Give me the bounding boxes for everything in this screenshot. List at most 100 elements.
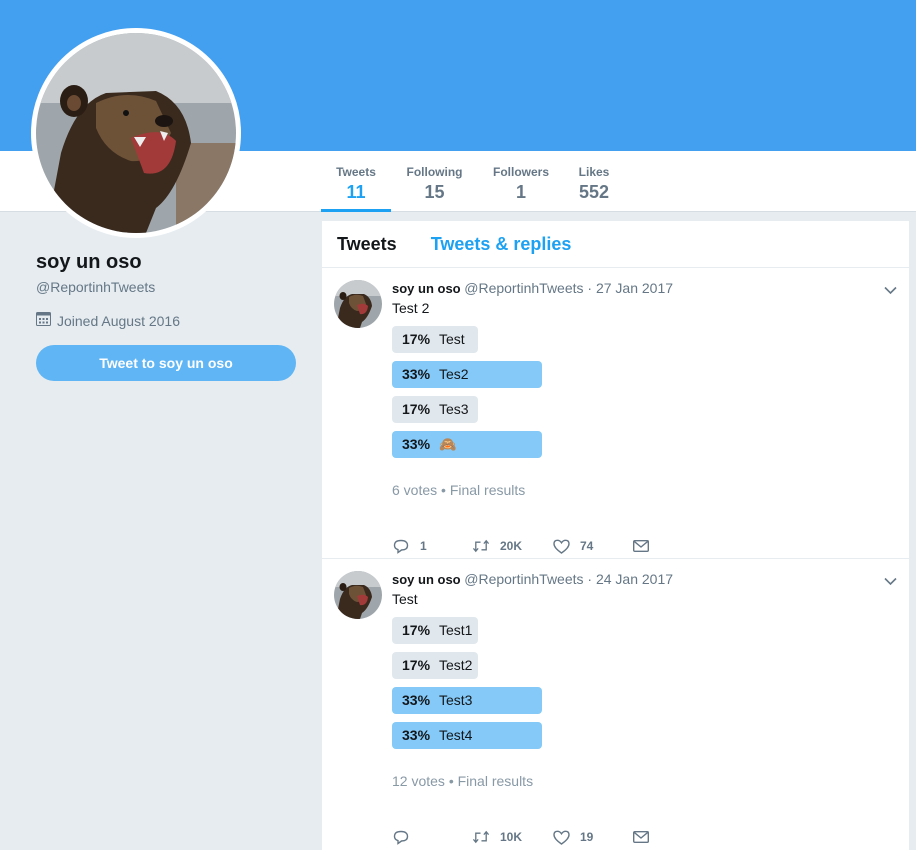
poll-choice-label: Test <box>439 331 465 347</box>
tab-tweets-replies[interactable]: Tweets & replies <box>431 233 572 255</box>
joined-date: Joined August 2016 <box>57 312 180 329</box>
tweet-meta[interactable]: @ReportinhTweets · 27 Jan 2017 <box>464 280 673 296</box>
poll-meta: 12 votes • Final results <box>392 773 534 789</box>
envelope-icon <box>632 537 650 555</box>
poll-choice-percent: 17% <box>402 657 431 673</box>
profile-card: soy un oso @ReportinhTweets Joined Augus… <box>36 250 301 381</box>
tweet-author-name[interactable]: soy un oso <box>392 572 461 587</box>
profile-name[interactable]: soy un oso <box>36 250 301 274</box>
tweet-avatar[interactable] <box>334 280 382 328</box>
retweet-button[interactable]: 20K <box>472 537 552 555</box>
poll: 17% Test 33% Tes2 17% Tes3 33% 🙈 <box>392 326 909 458</box>
heart-icon <box>552 828 570 846</box>
tweet-header: soy un oso @ReportinhTweets · 24 Jan 201… <box>392 571 909 588</box>
poll-choice-label: Test1 <box>439 622 473 638</box>
poll-choice-label: Tes3 <box>439 401 469 417</box>
poll-choice-text: 33% Tes2 <box>402 361 469 388</box>
tweet-author-name[interactable]: soy un oso <box>392 281 461 296</box>
reply-icon <box>392 828 410 846</box>
stat-label: Following <box>406 165 463 179</box>
timeline-tabs: Tweets Tweets & replies <box>322 221 909 268</box>
envelope-icon <box>632 828 650 846</box>
calendar-icon <box>36 311 51 330</box>
stat-value: 11 <box>346 182 366 202</box>
retweet-count: 10K <box>500 830 523 844</box>
poll-choice-text: 33% 🙈 <box>402 431 456 458</box>
poll-choice-label: Test3 <box>439 692 473 708</box>
tab-tweets[interactable]: Tweets <box>337 233 397 255</box>
poll-choice-label: 🙈 <box>439 436 457 452</box>
like-count: 19 <box>580 830 594 844</box>
tweet-text: Test 2 <box>392 300 430 316</box>
reply-button[interactable]: 1 <box>392 537 472 555</box>
tweet[interactable]: soy un oso @ReportinhTweets · 24 Jan 201… <box>322 559 909 850</box>
stat-followers[interactable]: Followers 1 <box>478 151 564 211</box>
chevron-down-icon[interactable] <box>884 573 897 591</box>
like-button[interactable]: 74 <box>552 537 632 555</box>
poll-choice-percent: 33% <box>402 436 431 452</box>
heart-icon <box>552 537 570 555</box>
retweet-button[interactable]: 10K <box>472 828 552 846</box>
profile-joined: Joined August 2016 <box>36 311 301 330</box>
poll-choice: 17% Test2 <box>392 652 909 679</box>
stat-label: Likes <box>578 165 610 179</box>
poll-choice-percent: 17% <box>402 622 431 638</box>
stat-value: 1 <box>515 182 526 202</box>
reply-count: 1 <box>420 539 427 553</box>
tweet-header: soy un oso @ReportinhTweets · 27 Jan 201… <box>392 280 909 297</box>
stat-value: 552 <box>578 182 610 202</box>
poll-choice: 33% Tes2 <box>392 361 909 388</box>
poll-choice: 33% Test3 <box>392 687 909 714</box>
poll-choice-text: 17% Tes3 <box>402 396 469 423</box>
tweet-actions: 1 20K 74 <box>392 537 909 555</box>
poll-choice: 33% 🙈 <box>392 431 909 458</box>
tweet-meta[interactable]: @ReportinhTweets · 24 Jan 2017 <box>464 571 673 587</box>
tweet[interactable]: soy un oso @ReportinhTweets · 27 Jan 201… <box>322 268 909 559</box>
profile-avatar[interactable] <box>31 28 241 238</box>
poll-choice-label: Test2 <box>439 657 473 673</box>
timeline: Tweets Tweets & replies soy un oso @Repo… <box>322 221 909 850</box>
poll-choice-percent: 33% <box>402 692 431 708</box>
reply-icon <box>392 537 410 555</box>
profile-handle[interactable]: @ReportinhTweets <box>36 278 301 296</box>
poll-choice: 17% Test1 <box>392 617 909 644</box>
direct-message-button[interactable] <box>632 828 712 846</box>
tweet-list: soy un oso @ReportinhTweets · 27 Jan 201… <box>322 268 909 850</box>
stat-value: 15 <box>424 182 445 202</box>
stat-label: Followers <box>492 165 549 179</box>
tweet-to-button[interactable]: Tweet to soy un oso <box>36 345 296 381</box>
retweet-icon <box>472 537 490 555</box>
retweet-icon <box>472 828 490 846</box>
tweet-actions: 10K 19 <box>392 828 909 846</box>
poll-choice: 17% Tes3 <box>392 396 909 423</box>
tweet-text: Test <box>392 591 418 607</box>
poll-choice-percent: 33% <box>402 366 431 382</box>
poll-choice-percent: 33% <box>402 727 431 743</box>
poll-choice-text: 17% Test2 <box>402 652 472 679</box>
like-button[interactable]: 19 <box>552 828 632 846</box>
stat-label: Tweets <box>336 165 376 179</box>
poll-choice-percent: 17% <box>402 331 431 347</box>
tweet-body: soy un oso @ReportinhTweets · 24 Jan 201… <box>392 559 909 846</box>
poll-choice-text: 17% Test <box>402 326 465 353</box>
poll-choice-text: 33% Test3 <box>402 687 472 714</box>
chevron-down-icon[interactable] <box>884 282 897 300</box>
tweet-body: soy un oso @ReportinhTweets · 27 Jan 201… <box>392 268 909 555</box>
like-count: 74 <box>580 539 594 553</box>
poll-choice: 17% Test <box>392 326 909 353</box>
stat-tweets[interactable]: Tweets 11 <box>321 151 391 212</box>
poll-meta: 6 votes • Final results <box>392 482 526 498</box>
poll-choice-text: 17% Test1 <box>402 617 472 644</box>
retweet-count: 20K <box>500 539 523 553</box>
poll-choice: 33% Test4 <box>392 722 909 749</box>
stat-following[interactable]: Following 15 <box>391 151 478 211</box>
poll-choice-text: 33% Test4 <box>402 722 472 749</box>
stat-likes[interactable]: Likes 552 <box>564 151 624 211</box>
tweet-avatar[interactable] <box>334 571 382 619</box>
direct-message-button[interactable] <box>632 537 712 555</box>
profile-stats: Tweets 11 Following 15 Followers 1 Likes… <box>321 151 624 212</box>
poll-choice-label: Test4 <box>439 727 473 743</box>
poll: 17% Test1 17% Test2 33% Test3 33% Test4 <box>392 617 909 749</box>
poll-choice-label: Tes2 <box>439 366 469 382</box>
reply-button[interactable] <box>392 828 472 846</box>
